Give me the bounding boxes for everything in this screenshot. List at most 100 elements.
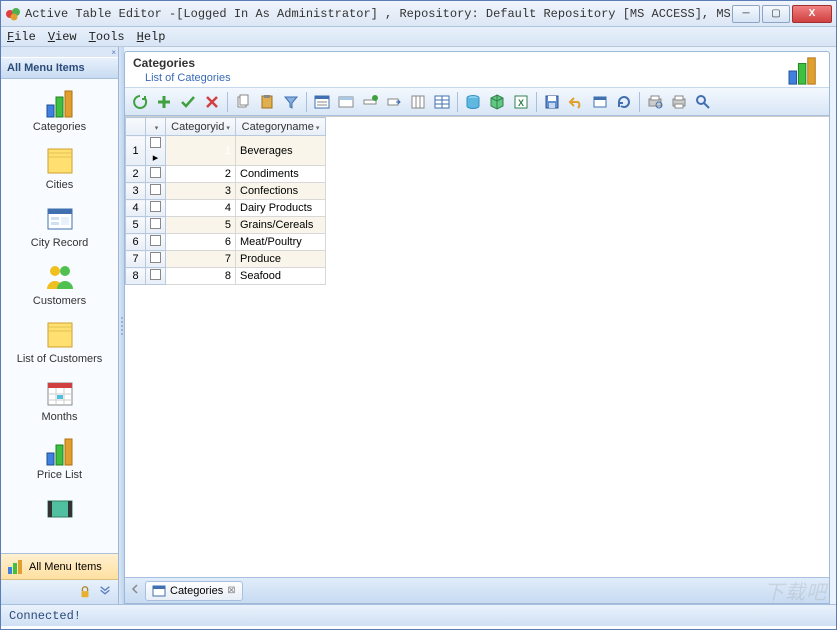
cell-categoryid[interactable]: 3	[166, 183, 236, 200]
row-marker[interactable]	[146, 217, 166, 234]
table-row[interactable]: 8 8Seafood	[126, 268, 326, 285]
row-number[interactable]: 1	[126, 136, 146, 166]
toolbar-accept[interactable]	[177, 91, 199, 113]
checkbox-icon[interactable]	[150, 235, 161, 246]
cell-categoryid[interactable]: 8	[166, 268, 236, 285]
cell-categoryid[interactable]: 5	[166, 217, 236, 234]
sidebar-item-list-of-customers[interactable]: List of Customers	[1, 315, 118, 373]
sidebar-item-cities[interactable]: Cities	[1, 141, 118, 199]
table-row[interactable]: 1 ▸1Beverages	[126, 136, 326, 166]
toolbar-delete[interactable]	[201, 91, 223, 113]
cell-categoryid[interactable]: 1	[166, 136, 236, 166]
checkbox-icon[interactable]	[150, 201, 161, 212]
checkbox-icon[interactable]	[150, 252, 161, 263]
data-grid[interactable]: ▾Categoryid▾Categoryname▾ 1 ▸1Beverages2…	[125, 116, 829, 577]
checkbox-icon[interactable]	[150, 269, 161, 280]
sidebar-item-categories[interactable]: Categories	[1, 83, 118, 141]
cell-categoryid[interactable]: 6	[166, 234, 236, 251]
table-row[interactable]: 4 4Dairy Products	[126, 200, 326, 217]
row-number[interactable]: 6	[126, 234, 146, 251]
toolbar-view-2[interactable]	[335, 91, 357, 113]
row-marker[interactable]	[146, 251, 166, 268]
tab-nav-left[interactable]	[129, 583, 141, 598]
sidebar-item-customers[interactable]: Customers	[1, 257, 118, 315]
table-row[interactable]: 3 3Confections	[126, 183, 326, 200]
row-marker[interactable]: ▸	[146, 136, 166, 166]
cell-categoryid[interactable]: 2	[166, 166, 236, 183]
row-number[interactable]: 2	[126, 166, 146, 183]
cell-categoryid[interactable]: 4	[166, 200, 236, 217]
toolbar-refresh[interactable]	[129, 91, 151, 113]
toolbar-add[interactable]	[153, 91, 175, 113]
table-row[interactable]: 2 2Condiments	[126, 166, 326, 183]
row-marker[interactable]	[146, 234, 166, 251]
sidebar-item-price-list[interactable]: Price List	[1, 431, 118, 489]
cell-categoryname[interactable]: Grains/Cereals	[236, 217, 326, 234]
checkbox-icon[interactable]	[150, 218, 161, 229]
toolbar-columns[interactable]	[407, 91, 429, 113]
cell-categoryname[interactable]: Beverages	[236, 136, 326, 166]
menu-file[interactable]: File	[7, 30, 36, 44]
toolbar-sql[interactable]	[462, 91, 484, 113]
grid-checkbox-header[interactable]: ▾	[146, 118, 166, 136]
table-row[interactable]: 7 7Produce	[126, 251, 326, 268]
menu-help[interactable]: Help	[137, 30, 166, 44]
tab-close-icon[interactable]: ⊠	[227, 585, 235, 596]
note-icon	[44, 319, 76, 351]
toolbar-undo[interactable]	[565, 91, 587, 113]
grid-col-categoryname[interactable]: Categoryname▾	[236, 118, 326, 136]
sidebar-item-months[interactable]: Months	[1, 373, 118, 431]
cell-categoryname[interactable]: Confections	[236, 183, 326, 200]
row-number[interactable]: 5	[126, 217, 146, 234]
sidebar-bottom-all-menu-items[interactable]: All Menu Items	[1, 554, 118, 580]
checkbox-icon[interactable]	[150, 184, 161, 195]
toolbar-reload[interactable]	[613, 91, 635, 113]
toolbar-find[interactable]	[692, 91, 714, 113]
row-marker[interactable]	[146, 200, 166, 217]
lock-icon[interactable]	[78, 585, 92, 599]
cell-categoryname[interactable]: Seafood	[236, 268, 326, 285]
toolbar-export-excel[interactable]: X	[510, 91, 532, 113]
toolbar-form-view[interactable]	[311, 91, 333, 113]
toolbar-copy[interactable]	[232, 91, 254, 113]
content-tab-categories[interactable]: Categories ⊠	[145, 581, 243, 601]
close-button[interactable]: X	[792, 5, 832, 23]
row-marker[interactable]	[146, 268, 166, 285]
table-row[interactable]: 6 6Meat/Poultry	[126, 234, 326, 251]
chevrons-icon[interactable]	[98, 585, 112, 599]
row-number[interactable]: 3	[126, 183, 146, 200]
menu-view[interactable]: View	[48, 30, 77, 44]
grid-corner[interactable]	[126, 118, 146, 136]
cell-categoryname[interactable]: Meat/Poultry	[236, 234, 326, 251]
toolbar-restore-layout[interactable]	[589, 91, 611, 113]
toolbar-grid-settings[interactable]	[431, 91, 453, 113]
toolbar-goto[interactable]	[383, 91, 405, 113]
grid-col-categoryid[interactable]: Categoryid▾	[166, 118, 236, 136]
row-number[interactable]: 8	[126, 268, 146, 285]
table-row[interactable]: 5 5Grains/Cereals	[126, 217, 326, 234]
toolbar-save-layout[interactable]	[541, 91, 563, 113]
minimize-button[interactable]: ─	[732, 5, 760, 23]
toolbar-cube[interactable]	[486, 91, 508, 113]
sidebar-close-strip[interactable]: ×	[1, 47, 118, 57]
row-number[interactable]: 4	[126, 200, 146, 217]
toolbar-insert-row[interactable]	[359, 91, 381, 113]
toolbar-filter[interactable]	[280, 91, 302, 113]
checkbox-icon[interactable]	[150, 167, 161, 178]
checkbox-icon[interactable]	[150, 137, 161, 148]
maximize-button[interactable]: ▢	[762, 5, 790, 23]
sidebar-item-partial[interactable]	[1, 489, 118, 533]
menu-tools[interactable]: Tools	[89, 30, 125, 44]
cell-categoryname[interactable]: Condiments	[236, 166, 326, 183]
row-number[interactable]: 7	[126, 251, 146, 268]
sidebar-item-city-record[interactable]: City Record	[1, 199, 118, 257]
row-marker[interactable]	[146, 183, 166, 200]
cell-categoryid[interactable]: 7	[166, 251, 236, 268]
toolbar-paste[interactable]	[256, 91, 278, 113]
toolbar-print-preview[interactable]	[644, 91, 666, 113]
content-tab-label: Categories	[170, 585, 223, 597]
cell-categoryname[interactable]: Dairy Products	[236, 200, 326, 217]
cell-categoryname[interactable]: Produce	[236, 251, 326, 268]
row-marker[interactable]	[146, 166, 166, 183]
toolbar-print[interactable]	[668, 91, 690, 113]
